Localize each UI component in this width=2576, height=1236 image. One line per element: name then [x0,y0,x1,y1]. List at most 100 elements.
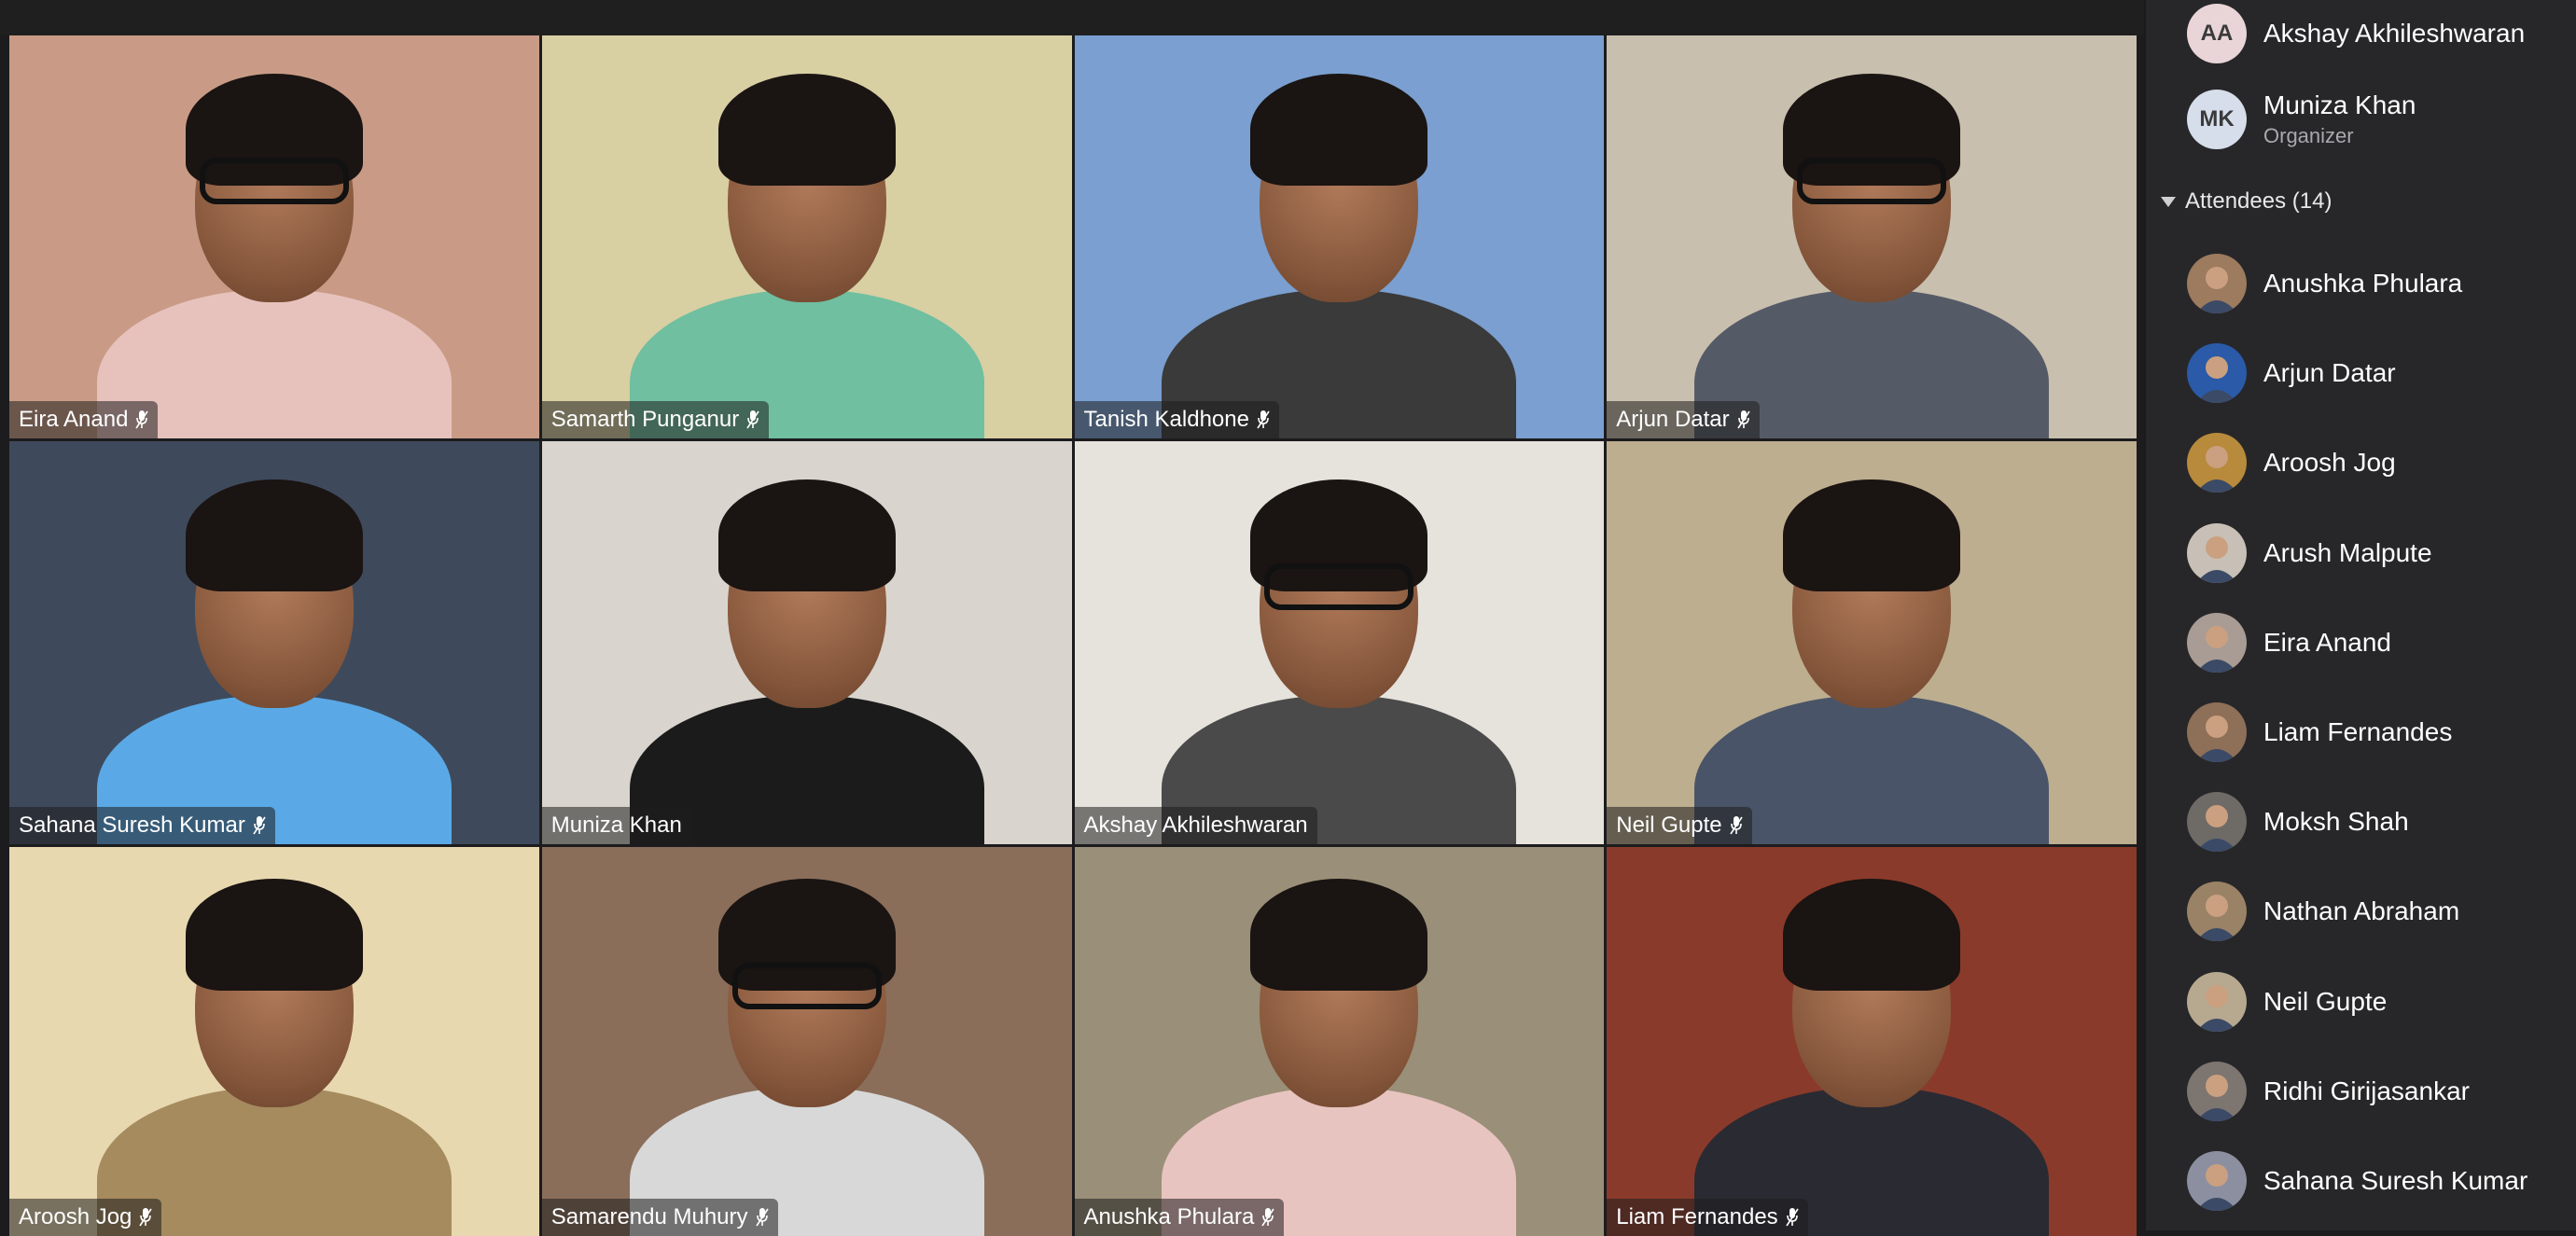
avatar [2187,971,2247,1032]
participant-name: Muniza Khan [2263,90,2416,119]
avatar [2187,1151,2247,1211]
video-tile[interactable]: Anushka Phulara [1074,847,1605,1236]
person-photo-icon [2187,971,2247,1032]
attendee-item[interactable]: Moksh Shah [2187,792,2409,853]
participant-glasses [731,962,882,1009]
participant-video-hair [1250,74,1428,186]
person-photo-icon [2187,612,2247,673]
participant-name: Neil Gupte [1616,812,1722,838]
participant-glasses [199,158,349,204]
participant-name: Samarth Punganur [550,407,740,432]
video-tile[interactable]: Akshay Akhileshwaran [1074,441,1605,844]
participant-name: Sahana Suresh Kumar [19,812,245,838]
mic-muted-icon [1736,410,1750,430]
participant-name: Arjun Datar [2263,358,2396,388]
participant-name: Liam Fernandes [1616,1204,1778,1229]
attendee-item[interactable]: Liam Fernandes [2187,702,2452,762]
avatar: AA [2187,4,2247,63]
participant-glasses [1797,158,1947,204]
person-photo-icon [2187,433,2247,493]
participant-video-hair [185,479,363,591]
person-photo-icon [2187,522,2247,583]
avatar: MK [2187,90,2247,149]
avatar [2187,702,2247,762]
avatar [2187,522,2247,583]
attendee-item[interactable]: Anushka Phulara [2187,254,2462,313]
person-photo-icon [2187,792,2247,853]
video-tile[interactable]: Liam Fernandes [1607,847,2137,1236]
participant-name: Arjun Datar [1616,407,1730,432]
mic-muted-icon [253,815,266,836]
avatar [2187,792,2247,853]
video-tile[interactable]: Arjun Datar [1607,35,2137,438]
person-photo-icon [2187,1061,2247,1121]
participant-name: Muniza Khan [550,812,682,838]
participant-name: Sahana Suresh Kumar [2263,1166,2528,1195]
avatar-initials: AA [2200,21,2234,46]
video-tile[interactable]: Neil Gupte [1607,441,2137,844]
participant-video-hair [1783,878,1961,991]
person-photo-icon [2187,254,2247,313]
participant-video-hair [717,74,896,186]
video-tile[interactable]: Aroosh Jog [9,847,539,1236]
avatar [2187,1061,2247,1121]
attendees-section-toggle[interactable]: Attendees (14) [2161,188,2332,215]
participant-nameplate: Anushka Phulara [1074,1199,1285,1236]
participant-name: Arush Malpute [2263,537,2432,567]
participant-nameplate: Samarth Punganur [541,401,770,438]
video-tile[interactable]: Muniza Khan [541,441,1072,844]
attendee-item[interactable]: Arush Malpute [2187,522,2432,583]
mic-muted-icon [139,1207,153,1228]
avatar [2187,254,2247,313]
mic-muted-icon [1729,815,1743,836]
mic-muted-icon [755,1207,769,1228]
participant-name: Liam Fernandes [2263,717,2453,746]
participant-video-hair [717,479,896,591]
video-tile[interactable]: Samarendu Muhury [541,847,1072,1236]
caret-down-icon [2161,196,2176,207]
attendee-item[interactable]: Arjun Datar [2187,343,2396,404]
video-tile[interactable]: Sahana Suresh Kumar [9,441,539,844]
organizer-item[interactable]: MK Muniza Khan Organizer [2187,90,2416,149]
mic-muted-icon [1261,1207,1274,1228]
avatar [2187,612,2247,673]
participant-name: Aroosh Jog [19,1204,132,1229]
person-photo-icon [2187,343,2247,404]
video-tile[interactable]: Tanish Kaldhone [1074,35,1605,438]
attendee-item[interactable]: Eira Anand [2187,612,2391,673]
participant-name: Eira Anand [2263,627,2391,657]
participant-name: Eira Anand [19,407,129,432]
participant-name: Anushka Phulara [2263,269,2463,298]
participant-nameplate: Akshay Akhileshwaran [1074,807,1317,844]
attendee-item[interactable]: Sahana Suresh Kumar [2187,1151,2527,1211]
attendee-item[interactable]: Neil Gupte [2187,971,2388,1032]
participant-nameplate: Eira Anand [9,401,159,438]
organizer-item[interactable]: AA Akshay Akhileshwaran [2187,4,2525,63]
participant-nameplate: Muniza Khan [541,807,691,844]
participant-name: Samarendu Muhury [550,1204,748,1229]
attendee-item[interactable]: Ridhi Girijasankar [2187,1061,2470,1121]
participant-name: Akshay Akhileshwaran [1083,812,1308,838]
participant-video-hair [185,878,363,991]
mic-muted-icon [746,410,759,430]
mic-muted-icon [135,410,149,430]
participant-nameplate: Samarendu Muhury [541,1199,778,1236]
video-tile[interactable]: Eira Anand [9,35,539,438]
participants-panel: AA Akshay Akhileshwaran MK Muniza Khan Organ… [2144,0,2576,1230]
participant-name: Ridhi Girijasankar [2263,1076,2470,1105]
mic-muted-icon [1786,1207,1799,1228]
organizer-text: Muniza Khan Organizer [2263,90,2416,148]
participant-name: Nathan Abraham [2263,896,2460,926]
attendee-item[interactable]: Nathan Abraham [2187,882,2460,942]
person-photo-icon [2187,882,2247,942]
attendee-item[interactable]: Aroosh Jog [2187,433,2396,493]
attendees-header: Attendees (14) [2185,188,2332,214]
participant-name: Aroosh Jog [2263,448,2396,478]
participant-video-hair [1783,479,1961,591]
participant-role: Organizer [2263,124,2354,147]
participant-nameplate: Sahana Suresh Kumar [9,807,275,844]
participant-name: Tanish Kaldhone [1083,407,1249,432]
participant-name: Neil Gupte [2263,986,2388,1016]
video-tile[interactable]: Samarth Punganur [541,35,1072,438]
participant-video-hair [1250,878,1428,991]
